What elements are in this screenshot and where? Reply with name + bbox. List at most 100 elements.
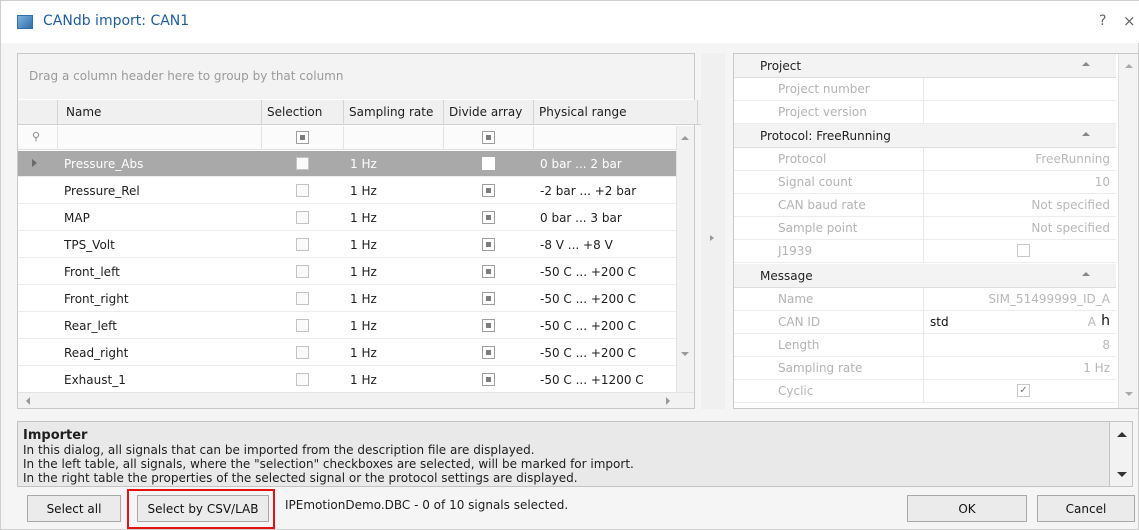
group-by-panel[interactable]: Drag a column header here to group by th…	[18, 54, 694, 99]
divide-array-checkbox[interactable]	[482, 373, 495, 386]
physical-range-cell[interactable]: -50 C ... +200 C	[534, 340, 676, 366]
filter-selection-cell[interactable]	[262, 126, 344, 150]
divide-array-checkbox[interactable]	[482, 211, 495, 224]
physical-range-cell[interactable]: -2 bar ... +2 bar	[534, 178, 676, 204]
sampling-rate-cell[interactable]: 1 Hz	[344, 367, 444, 393]
divide-array-checkbox[interactable]	[482, 292, 495, 305]
selection-checkbox-cell[interactable]	[262, 232, 344, 258]
table-row[interactable]: Front_right 1 Hz -50 C ... +200 C	[18, 286, 676, 312]
physical-range-cell[interactable]: -50 C ... +200 C	[534, 313, 676, 339]
sampling-rate-cell[interactable]: 1 Hz	[344, 151, 444, 177]
expand-arrow-icon[interactable]	[710, 235, 714, 241]
can-id-type[interactable]: std	[930, 315, 949, 329]
divide-array-checkbox-cell[interactable]	[444, 151, 534, 177]
divide-array-checkbox-cell[interactable]	[444, 313, 534, 339]
selection-checkbox[interactable]	[296, 265, 309, 278]
table-row[interactable]: MAP 1 Hz 0 bar ... 3 bar	[18, 205, 676, 231]
scroll-up-icon[interactable]	[681, 136, 689, 140]
table-row[interactable]: TPS_Volt 1 Hz -8 V ... +8 V	[18, 232, 676, 258]
table-row[interactable]: Rear_left 1 Hz -50 C ... +200 C	[18, 313, 676, 339]
signal-name-cell[interactable]: Pressure_Rel	[58, 178, 262, 204]
physical-range-cell[interactable]: -50 C ... +200 C	[534, 259, 676, 285]
sampling-rate-cell[interactable]: 1 Hz	[344, 205, 444, 231]
sampling-rate-cell[interactable]: 1 Hz	[344, 232, 444, 258]
select-all-button[interactable]: Select all	[27, 495, 121, 522]
sampling-rate-cell[interactable]: 1 Hz	[344, 178, 444, 204]
table-row[interactable]: Front_left 1 Hz -50 C ... +200 C	[18, 259, 676, 285]
physical-range-cell[interactable]: -50 C ... +200 C	[534, 286, 676, 312]
category-message[interactable]: Message	[734, 264, 1116, 288]
column-header-name[interactable]: Name	[58, 100, 262, 125]
selection-checkbox[interactable]	[296, 319, 309, 332]
divide-array-checkbox[interactable]	[482, 157, 495, 170]
selection-checkbox-cell[interactable]	[262, 286, 344, 312]
filter-divide-checkbox[interactable]	[482, 131, 495, 144]
signal-name-cell[interactable]: Front_right	[58, 286, 262, 312]
category-project[interactable]: Project	[734, 54, 1116, 78]
scroll-up-icon[interactable]	[1117, 432, 1127, 437]
divide-array-checkbox[interactable]	[482, 346, 495, 359]
selection-checkbox-cell[interactable]	[262, 259, 344, 285]
properties-vertical-scrollbar[interactable]	[1118, 54, 1138, 408]
panel-splitter[interactable]	[701, 53, 725, 409]
selection-checkbox-cell[interactable]	[262, 340, 344, 366]
filter-rate-cell[interactable]	[344, 126, 444, 150]
table-row[interactable]: Exhaust_1 1 Hz -50 C ... +1200 C	[18, 367, 676, 393]
divide-array-checkbox-cell[interactable]	[444, 259, 534, 285]
filter-range-cell[interactable]	[534, 126, 676, 150]
close-button[interactable]: ×	[1123, 12, 1136, 30]
selection-checkbox[interactable]	[296, 292, 309, 305]
collapse-icon[interactable]	[1082, 272, 1090, 276]
divide-array-checkbox[interactable]	[482, 238, 495, 251]
filter-selection-checkbox[interactable]	[296, 131, 309, 144]
help-button[interactable]: ?	[1099, 13, 1106, 29]
physical-range-cell[interactable]: 0 bar ... 3 bar	[534, 205, 676, 231]
signal-name-cell[interactable]: Front_left	[58, 259, 262, 285]
signal-name-cell[interactable]: TPS_Volt	[58, 232, 262, 258]
sampling-rate-cell[interactable]: 1 Hz	[344, 340, 444, 366]
selection-checkbox-cell[interactable]	[262, 205, 344, 231]
divide-array-checkbox[interactable]	[482, 265, 495, 278]
divide-array-checkbox[interactable]	[482, 184, 495, 197]
column-header-selection[interactable]: Selection	[262, 100, 344, 125]
signal-name-cell[interactable]: MAP	[58, 205, 262, 231]
scroll-down-icon[interactable]	[1117, 472, 1127, 477]
info-scrollbar[interactable]	[1109, 421, 1133, 487]
physical-range-cell[interactable]: 0 bar ... 2 bar	[534, 151, 676, 177]
scroll-left-icon[interactable]	[26, 397, 30, 405]
scroll-right-icon[interactable]	[666, 397, 670, 405]
selection-checkbox[interactable]	[296, 346, 309, 359]
divide-array-checkbox-cell[interactable]	[444, 232, 534, 258]
sampling-rate-cell[interactable]: 1 Hz	[344, 313, 444, 339]
selection-checkbox[interactable]	[296, 211, 309, 224]
collapse-icon[interactable]	[1082, 62, 1090, 66]
divide-array-checkbox-cell[interactable]	[444, 286, 534, 312]
cancel-button[interactable]: Cancel	[1037, 495, 1135, 522]
divide-array-checkbox-cell[interactable]	[444, 178, 534, 204]
grid-vertical-scrollbar[interactable]	[676, 126, 694, 392]
selection-checkbox[interactable]	[296, 157, 309, 170]
physical-range-cell[interactable]: -8 V ... +8 V	[534, 232, 676, 258]
category-protocol[interactable]: Protocol: FreeRunning	[734, 124, 1116, 148]
selection-checkbox-cell[interactable]	[262, 151, 344, 177]
filter-divide-cell[interactable]	[444, 126, 534, 150]
signal-name-cell[interactable]: Read_right	[58, 340, 262, 366]
divide-array-checkbox-cell[interactable]	[444, 205, 534, 231]
ok-button[interactable]: OK	[907, 495, 1027, 522]
selection-checkbox-cell[interactable]	[262, 178, 344, 204]
scroll-up-icon[interactable]	[1125, 64, 1133, 68]
filter-name-cell[interactable]	[58, 126, 262, 150]
divide-array-checkbox[interactable]	[482, 319, 495, 332]
scroll-down-icon[interactable]	[1125, 392, 1133, 396]
divide-array-checkbox-cell[interactable]	[444, 367, 534, 393]
collapse-icon[interactable]	[1082, 132, 1090, 136]
column-header-divide-array[interactable]: Divide array	[444, 100, 534, 125]
table-row[interactable]: Pressure_Rel 1 Hz -2 bar ... +2 bar	[18, 178, 676, 204]
physical-range-cell[interactable]: -50 C ... +1200 C	[534, 367, 676, 393]
selection-checkbox-cell[interactable]	[262, 367, 344, 393]
sampling-rate-cell[interactable]: 1 Hz	[344, 259, 444, 285]
signal-name-cell[interactable]: Exhaust_1	[58, 367, 262, 393]
selection-checkbox-cell[interactable]	[262, 313, 344, 339]
divide-array-checkbox-cell[interactable]	[444, 340, 534, 366]
selection-checkbox[interactable]	[296, 373, 309, 386]
